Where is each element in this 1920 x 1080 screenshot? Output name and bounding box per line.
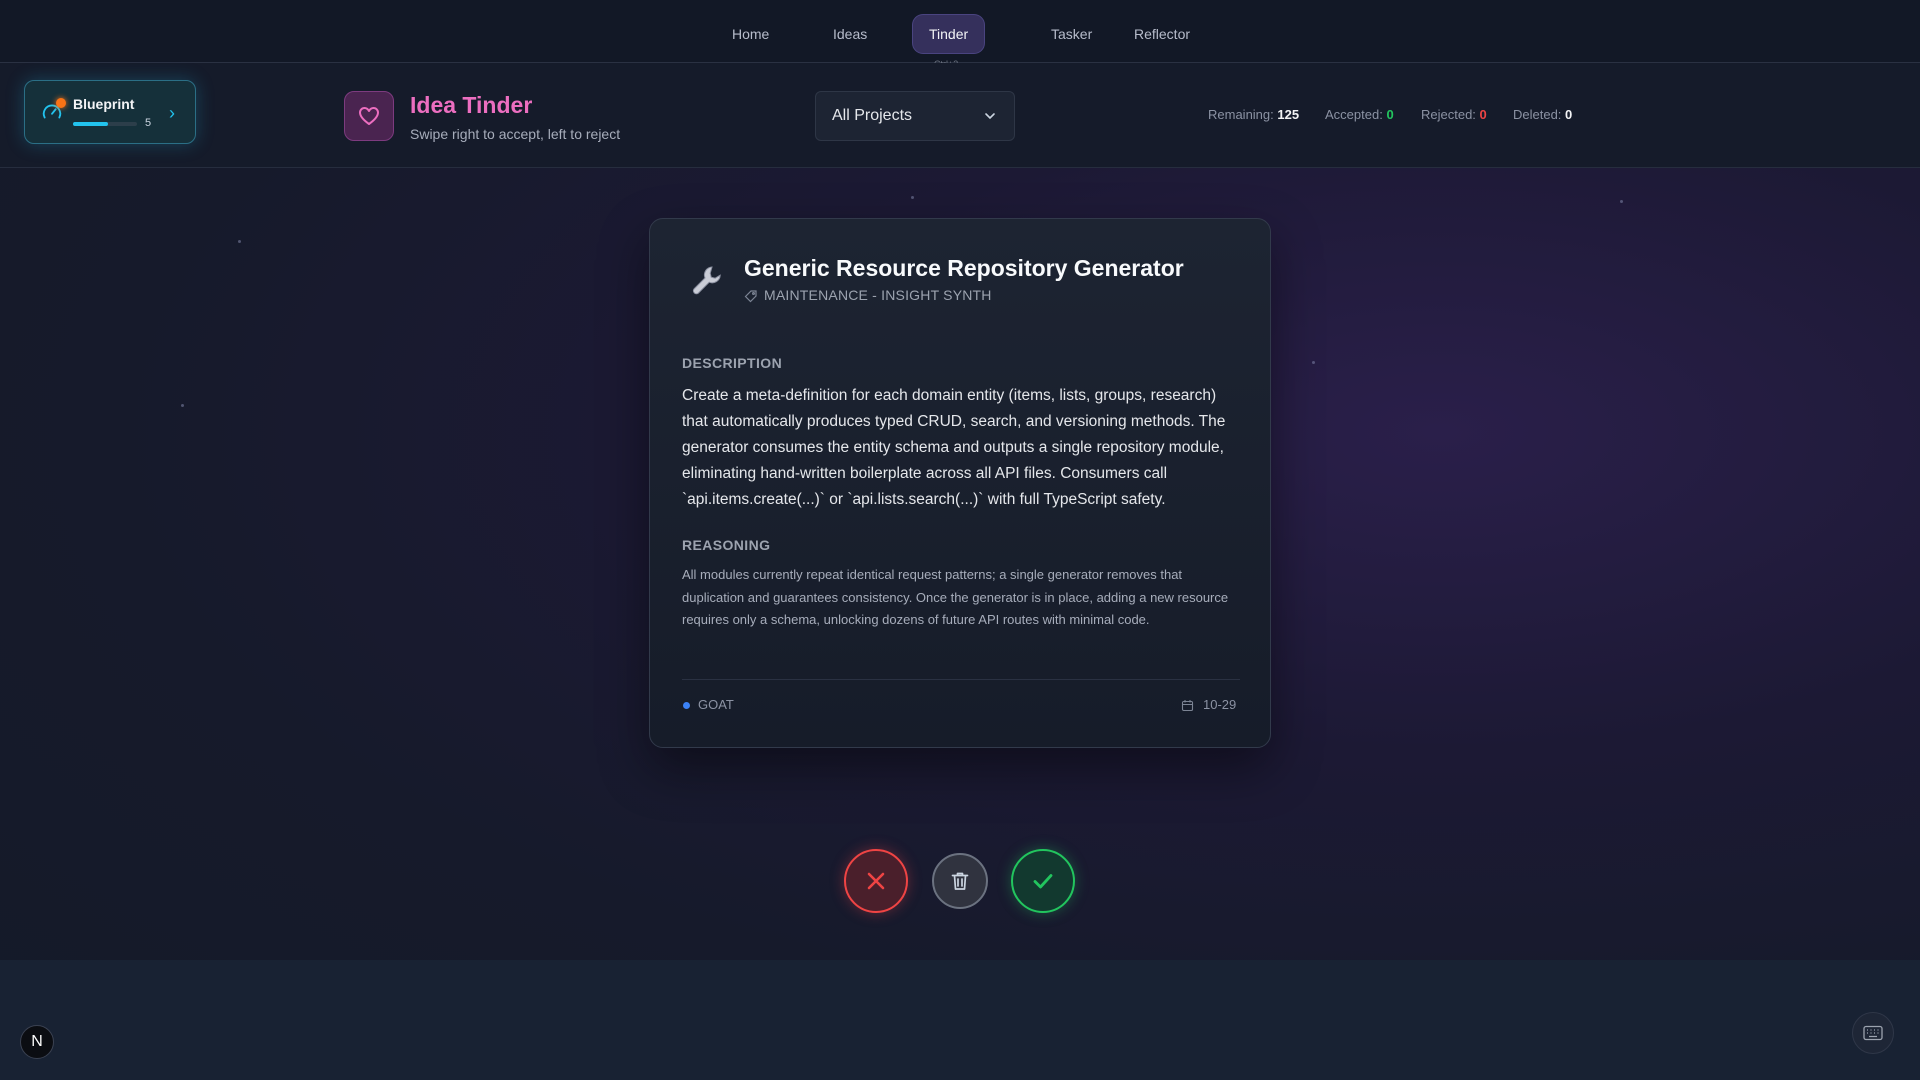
- status-dot: [56, 98, 66, 108]
- nav-tasker[interactable]: Tasker: [1035, 15, 1108, 53]
- delete-button[interactable]: [932, 853, 988, 909]
- stat-deleted: Deleted: 0: [1513, 107, 1572, 122]
- stat-accepted-value: 0: [1386, 107, 1394, 122]
- blueprint-title: Blueprint: [73, 96, 135, 112]
- stat-rejected-label: Rejected:: [1421, 107, 1476, 122]
- nav-home[interactable]: Home: [716, 15, 785, 53]
- nav-reflector[interactable]: Reflector: [1118, 15, 1206, 53]
- trash-icon: [951, 872, 969, 890]
- tag-icon: [744, 290, 757, 303]
- idea-card[interactable]: Generic Resource Repository Generator MA…: [649, 218, 1271, 748]
- heart-icon: [344, 91, 394, 141]
- blueprint-progress: [73, 122, 137, 126]
- chevron-down-icon: [985, 113, 995, 120]
- effort-label: GOAT: [698, 697, 734, 712]
- description-label: DESCRIPTION: [682, 355, 783, 371]
- stat-deleted-value: 0: [1565, 107, 1573, 122]
- stat-accepted-label: Accepted:: [1325, 107, 1383, 122]
- blueprint-count: 5: [145, 117, 152, 129]
- wrench-icon: [692, 266, 721, 295]
- reject-button[interactable]: [844, 849, 908, 913]
- idea-description: Create a meta-definition for each domain…: [682, 387, 1226, 508]
- idea-reasoning: All modules currently repeat identical r…: [682, 567, 1229, 627]
- stat-remaining-label: Remaining:: [1208, 107, 1274, 122]
- page-subtitle: Swipe right to accept, left to reject: [410, 126, 621, 142]
- idea-category: MAINTENANCE - INSIGHT SYNTH: [764, 287, 992, 303]
- blueprint-progress-fill: [73, 122, 109, 126]
- accept-button[interactable]: [1011, 849, 1075, 913]
- keyboard-shortcuts-button[interactable]: [1852, 1012, 1894, 1054]
- x-icon: [867, 872, 885, 890]
- project-filter-select[interactable]: All Projects: [815, 91, 1015, 141]
- stat-remaining: Remaining: 125: [1208, 107, 1299, 122]
- effort-dot: [683, 702, 690, 709]
- page-title: Idea Tinder: [410, 92, 533, 118]
- nav-ideas[interactable]: Ideas: [817, 15, 883, 53]
- stat-accepted: Accepted: 0: [1325, 107, 1394, 122]
- footer-band: [0, 960, 1920, 1080]
- chevron-right-icon: ›: [169, 103, 175, 123]
- card-divider: [682, 679, 1240, 680]
- idea-date: 10-29: [1203, 697, 1237, 712]
- stat-remaining-value: 125: [1277, 107, 1300, 122]
- calendar-icon: [1181, 700, 1194, 712]
- nav-tinder[interactable]: Tinder: [913, 15, 985, 53]
- project-filter-value: All Projects: [832, 107, 913, 124]
- stat-rejected-value: 0: [1479, 107, 1487, 122]
- blueprint-widget[interactable]: Blueprint 5 ›: [24, 80, 196, 144]
- idea-title: Generic Resource Repository Generator: [744, 255, 1184, 281]
- check-icon: [1033, 874, 1053, 889]
- keyboard-icon: [1863, 1025, 1883, 1041]
- top-nav: Home Ideas Tinder Tasker Reflector Ctrl+…: [0, 0, 1920, 69]
- dev-badge[interactable]: N: [20, 1025, 54, 1059]
- stat-rejected: Rejected: 0: [1421, 107, 1487, 122]
- stat-deleted-label: Deleted:: [1513, 107, 1562, 122]
- reasoning-label: REASONING: [682, 537, 771, 553]
